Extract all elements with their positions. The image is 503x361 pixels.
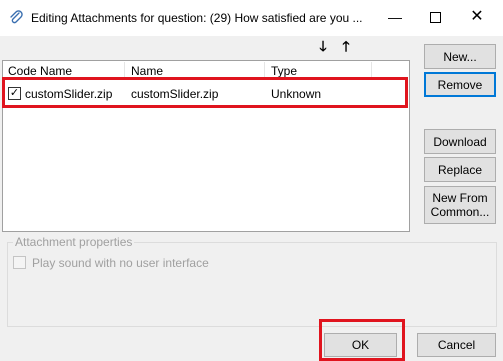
arrow-down-icon[interactable]: 🡓 [316, 38, 330, 54]
minimize-button[interactable]: — [383, 7, 407, 29]
download-button[interactable]: Download [424, 129, 496, 154]
paperclip-icon [8, 9, 24, 25]
replace-button[interactable]: Replace [424, 157, 496, 182]
window-title: Editing Attachments for question: (29) H… [31, 11, 363, 25]
ok-highlight-box [319, 319, 405, 361]
maximize-button[interactable] [424, 7, 448, 29]
row-highlight-box [2, 77, 408, 108]
arrow-up-icon[interactable]: 🡑 [339, 38, 353, 54]
maximize-icon [430, 12, 441, 23]
play-sound-label: Play sound with no user interface [32, 256, 209, 270]
new-button[interactable]: New... [424, 44, 496, 69]
attachment-properties-label: Attachment properties [13, 235, 135, 249]
attachment-properties-group [7, 242, 497, 327]
close-button[interactable]: ✕ [465, 5, 489, 29]
cancel-button[interactable]: Cancel [417, 333, 496, 357]
new-from-common-button[interactable]: New From Common... [424, 186, 496, 224]
remove-button[interactable]: Remove [424, 72, 496, 97]
play-sound-checkbox[interactable] [13, 256, 26, 269]
